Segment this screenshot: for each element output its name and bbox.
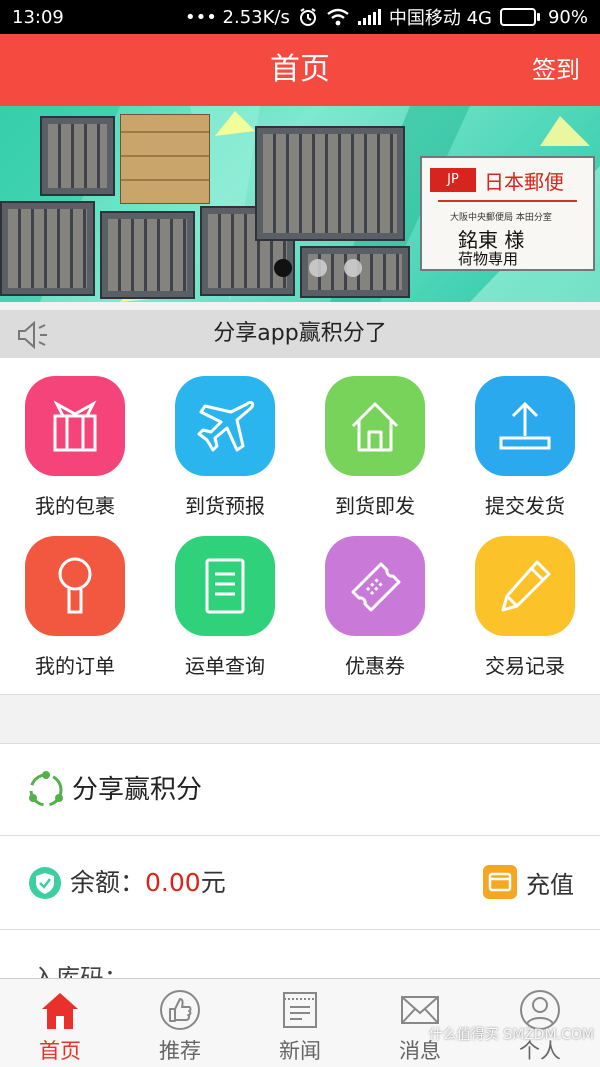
japan-post-logo: JP [430,168,476,192]
wifi-icon [327,8,349,26]
home-icon [42,993,78,1029]
warehouse-code-label: 入库码：... [32,964,151,978]
banner-carousel[interactable]: JP 日本郵便 大阪中央郵便局 本田分室 銘東 様 荷物専用 [0,106,600,302]
carousel-dot[interactable] [309,259,327,277]
pencil-icon [475,536,575,636]
notice-bar[interactable]: 分享app赢积分了 [0,310,600,358]
alarm-icon [299,8,316,26]
shield-check-icon [29,867,61,899]
share-row[interactable]: 分享赢积分 [0,744,600,836]
carousel-dot[interactable] [274,259,292,277]
document-icon [175,536,275,636]
tab-recommend[interactable]: 推荐 [120,979,240,1067]
app-header: 首页 签到 [0,34,600,106]
japan-post-sign: JP 日本郵便 大阪中央郵便局 本田分室 銘東 様 荷物専用 [420,156,595,271]
balance-unit: 元 [200,868,226,897]
menu-item-ship-on-arrival[interactable]: 到货即发 [300,366,450,526]
sign-line-3: 荷物専用 [458,250,519,268]
menu-item-my-orders[interactable]: 我的订单 [0,526,150,686]
tab-profile[interactable]: 个人 [480,979,600,1067]
carousel-dot[interactable] [344,259,362,277]
cargo-cage [0,201,95,296]
menu-item-label: 优惠券 [345,654,405,678]
news-icon [283,992,317,1028]
upload-icon [475,376,575,476]
tab-label: 首页 [39,1039,81,1063]
sign-title: 日本郵便 [484,170,564,194]
cargo-cage [100,211,195,299]
recharge-button[interactable]: 充值 [482,864,574,900]
tab-news[interactable]: 新闻 [240,979,360,1067]
magnifier-icon [25,536,125,636]
menu-item-my-parcels[interactable]: 我的包裹 [0,366,150,526]
bottom-tab-bar: 首页 推荐 新闻 消息 个人 [0,978,600,1067]
status-right: ••• 2.53K/s 中国移动 4G 90% [185,4,588,30]
thumbs-up-icon [160,990,200,1030]
menu-item-label: 我的订单 [35,654,115,678]
network-speed: ••• 2.53K/s [184,6,290,28]
watermark: 什么值得买 SMZDM.COM [428,1027,594,1043]
status-bar: 13:09 ••• 2.53K/s 中国移动 4G 90% [0,0,600,34]
cargo-cage [255,126,405,241]
battery-percent: 90% [547,6,588,28]
cargo-cage [40,116,115,196]
warehouse-code-row: 入库码：... [0,930,600,978]
gift-icon [25,376,125,476]
tab-home[interactable]: 首页 [0,979,120,1067]
menu-item-waybill-query[interactable]: 运单查询 [150,526,300,686]
section-divider [0,694,600,744]
page-title: 首页 [270,52,330,87]
menu-item-arrival-forecast[interactable]: 到货预报 [150,366,300,526]
share-label: 分享赢积分 [72,775,203,805]
battery-icon [499,8,540,26]
menu-item-label: 我的包裹 [35,494,115,518]
wallet-icon [483,865,517,899]
sign-in-button[interactable]: 签到 [532,34,580,106]
tab-label: 推荐 [159,1039,201,1063]
airplane-icon [175,376,275,476]
ticket-icon [325,536,425,636]
notice-text: 分享app赢积分了 [213,321,387,346]
tab-messages[interactable]: 消息 [360,979,480,1067]
carousel-dots [274,259,362,277]
recharge-label: 充值 [526,870,574,899]
balance-row: 余额：0.00元 充值 [0,836,600,930]
menu-item-label: 交易记录 [485,654,565,678]
sign-line-1: 大阪中央郵便局 本田分室 [450,213,552,223]
status-time: 13:09 [12,6,64,28]
menu-item-transactions[interactable]: 交易记录 [450,526,600,686]
cardboard-boxes [120,114,210,204]
menu-item-coupons[interactable]: 优惠券 [300,526,450,686]
menu-item-label: 到货即发 [335,494,415,518]
house-icon [325,376,425,476]
menu-item-label: 到货预报 [185,494,265,518]
menu-item-label: 运单查询 [185,654,265,678]
signal-icon [357,9,381,25]
menu-item-submit-shipment[interactable]: 提交发货 [450,366,600,526]
share-circle-icon [29,771,63,807]
feature-grid: 我的包裹 到货预报 到货即发 提交发货 我的订单 运单查询 优惠券 交易记录 [0,358,600,694]
balance-text: 余额：0.00元 [70,836,226,930]
tab-label: 新闻 [279,1039,321,1063]
menu-item-label: 提交发货 [485,494,565,518]
balance-label: 余额： [70,868,146,897]
carrier-label: 中国移动 4G [388,8,492,29]
balance-amount: 0.00 [145,868,201,897]
